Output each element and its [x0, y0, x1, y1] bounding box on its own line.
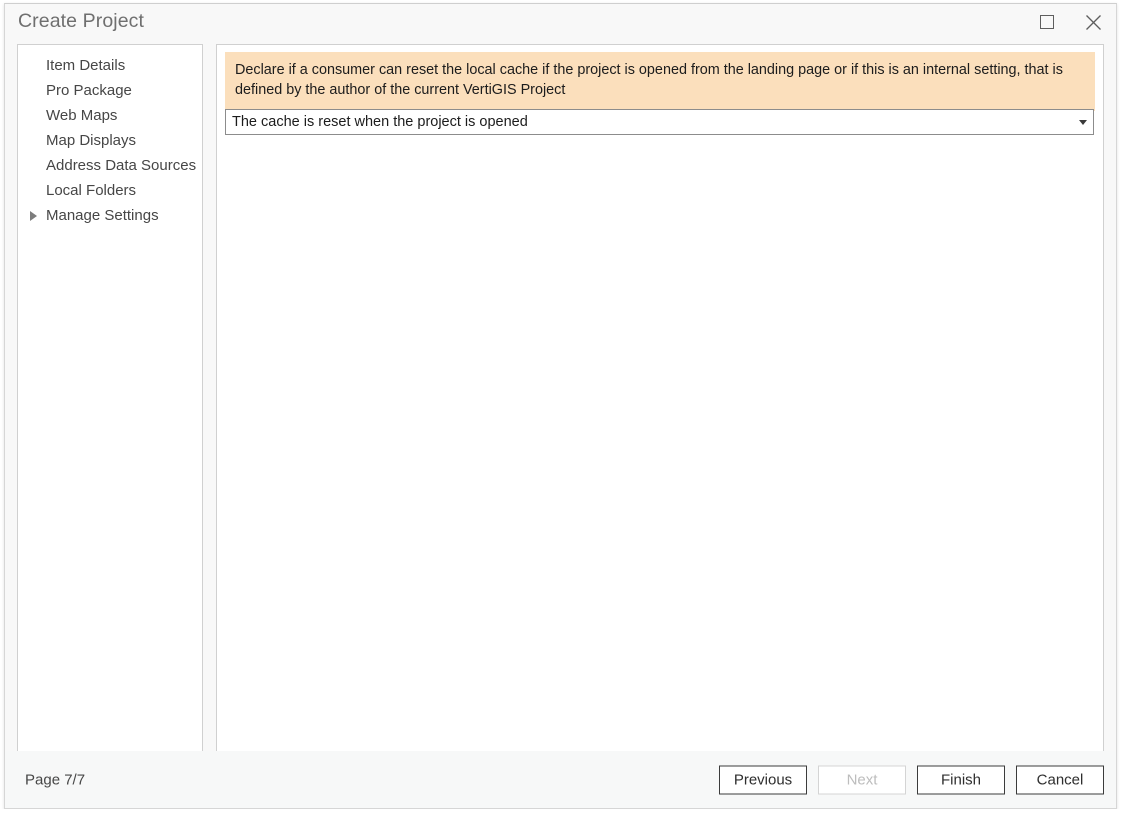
sidebar-item-label: Pro Package	[46, 82, 132, 99]
dialog-footer: Page 7/7 Previous Next Finish Cancel	[5, 751, 1116, 808]
sidebar-item-item-details[interactable]: Item Details	[18, 53, 202, 78]
page-title: Create Project	[18, 10, 145, 32]
title-bar: Create Project	[5, 4, 1116, 40]
previous-button[interactable]: Previous	[719, 765, 807, 794]
sidebar-item-address-data-sources[interactable]: Address Data Sources	[18, 153, 202, 178]
sidebar-item-label: Web Maps	[46, 107, 118, 124]
sidebar-item-label: Address Data Sources	[46, 157, 197, 174]
window-bottom-edge	[0, 809, 1125, 813]
info-banner: Declare if a consumer can reset the loca…	[225, 52, 1095, 111]
cache-setting-value: The cache is reset when the project is o…	[232, 114, 528, 130]
content-panel: Declare if a consumer can reset the loca…	[216, 44, 1104, 758]
sidebar-item-local-folders[interactable]: Local Folders	[18, 178, 202, 203]
footer-button-group: Previous Next Finish Cancel	[719, 765, 1104, 794]
create-project-dialog: Create Project Item Details Pro Package	[4, 3, 1117, 809]
chevron-down-icon	[1079, 119, 1087, 125]
sidebar-item-map-displays[interactable]: Map Displays	[18, 128, 202, 153]
cache-setting-dropdown[interactable]: The cache is reset when the project is o…	[225, 109, 1094, 135]
wizard-step-sidebar: Item Details Pro Package Web Maps Map Di…	[17, 44, 203, 758]
close-icon	[1085, 14, 1101, 30]
sidebar-item-manage-settings[interactable]: Manage Settings	[18, 203, 202, 228]
maximize-button[interactable]	[1024, 5, 1070, 39]
finish-button[interactable]: Finish	[917, 765, 1005, 794]
caret-right-icon	[30, 210, 37, 221]
sidebar-item-label: Item Details	[46, 57, 126, 74]
cancel-button[interactable]: Cancel	[1016, 765, 1104, 794]
window-controls	[1024, 4, 1116, 40]
page-indicator: Page 7/7	[25, 771, 86, 788]
window-right-edge	[1121, 0, 1125, 813]
close-button[interactable]	[1070, 5, 1116, 39]
sidebar-item-label: Map Displays	[46, 132, 137, 149]
sidebar-item-label: Manage Settings	[46, 207, 159, 224]
sidebar-item-web-maps[interactable]: Web Maps	[18, 103, 202, 128]
sidebar-item-pro-package[interactable]: Pro Package	[18, 78, 202, 103]
sidebar-item-label: Local Folders	[46, 182, 137, 199]
maximize-icon	[1040, 15, 1054, 29]
dropdown-arrow-button[interactable]	[1073, 119, 1093, 125]
dialog-body: Item Details Pro Package Web Maps Map Di…	[5, 40, 1116, 758]
next-button: Next	[818, 765, 906, 794]
